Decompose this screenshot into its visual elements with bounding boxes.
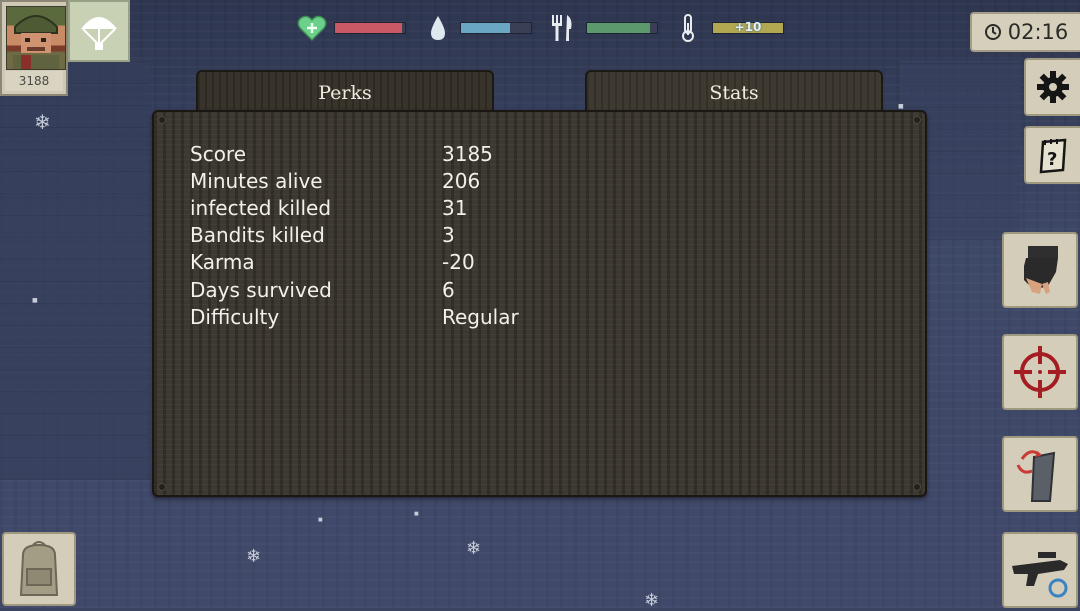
stat-label: Score bbox=[190, 141, 247, 166]
airdrop-button[interactable] bbox=[68, 0, 130, 62]
inventory-button[interactable] bbox=[2, 532, 76, 606]
svg-text:?: ? bbox=[1047, 149, 1057, 170]
snow-dot: ■ bbox=[318, 517, 323, 523]
hand-icon bbox=[1024, 246, 1058, 294]
parachute-icon bbox=[81, 17, 117, 50]
crosshair-icon bbox=[1014, 346, 1066, 398]
snowflake: ❄ bbox=[34, 110, 51, 134]
aim-button[interactable] bbox=[1002, 334, 1078, 410]
stat-row-minutes-alive: Minutes alive 206 bbox=[190, 167, 519, 194]
panel-rivet bbox=[158, 116, 166, 124]
panel-rivet bbox=[158, 483, 166, 491]
background-building bbox=[0, 60, 150, 480]
water-status bbox=[422, 12, 532, 44]
panel-rivet bbox=[913, 116, 921, 124]
gear-icon bbox=[1037, 71, 1069, 103]
stat-value: -20 bbox=[442, 250, 475, 275]
fork-knife-icon bbox=[546, 12, 578, 44]
heart-icon bbox=[296, 12, 328, 44]
clock-time: 02:16 bbox=[1007, 20, 1069, 44]
player-portrait[interactable]: 3188 bbox=[0, 0, 68, 96]
stat-row-difficulty: Difficulty Regular bbox=[190, 303, 519, 330]
stat-label: Bandits killed bbox=[190, 223, 325, 248]
stat-row-bandits-killed: Bandits killed 3 bbox=[190, 222, 519, 249]
stats-list: Score 3185 Minutes alive 206 infected ki… bbox=[190, 140, 519, 330]
stat-row-karma: Karma -20 bbox=[190, 249, 519, 276]
clock-icon bbox=[984, 24, 1001, 40]
reload-button[interactable] bbox=[1002, 436, 1078, 512]
backpack-icon bbox=[19, 541, 59, 596]
health-status bbox=[296, 12, 406, 44]
notebook-icon: ? bbox=[1039, 138, 1067, 174]
stats-panel: Score 3185 Minutes alive 206 infected ki… bbox=[152, 110, 927, 497]
stat-label: infected killed bbox=[190, 195, 332, 220]
player-score-badge: 3188 bbox=[5, 71, 63, 91]
stat-value: 206 bbox=[442, 168, 481, 193]
water-drop-icon bbox=[422, 12, 454, 44]
stat-label: Days survived bbox=[190, 277, 332, 302]
tab-stats-label: Stats bbox=[709, 82, 759, 104]
snowflake: ❄ bbox=[466, 538, 482, 559]
stat-label: Difficulty bbox=[190, 304, 280, 329]
panel-rivet bbox=[913, 483, 921, 491]
thermometer-icon bbox=[672, 12, 704, 44]
temperature-bar: +10 bbox=[712, 20, 784, 34]
snow-dot: ■ bbox=[414, 511, 419, 517]
temperature-status: +10 bbox=[672, 12, 784, 44]
rifle-icon bbox=[1012, 552, 1068, 598]
stat-value: 6 bbox=[442, 277, 455, 302]
stat-label: Minutes alive bbox=[190, 168, 323, 193]
stat-row-infected-killed: infected killed 31 bbox=[190, 194, 519, 221]
game-clock: 02:16 bbox=[970, 12, 1080, 52]
food-bar bbox=[586, 22, 658, 34]
stat-value: 3 bbox=[442, 223, 455, 248]
stat-row-days-survived: Days survived 6 bbox=[190, 276, 519, 303]
temperature-value: +10 bbox=[734, 20, 762, 34]
interact-button[interactable] bbox=[1002, 232, 1078, 308]
food-status bbox=[546, 12, 658, 44]
snowflake: ❄ bbox=[246, 546, 262, 567]
tab-perks-label: Perks bbox=[318, 82, 372, 104]
snow-dot: ■ bbox=[32, 297, 38, 304]
journal-button[interactable]: ? bbox=[1024, 126, 1080, 184]
stat-value: Regular bbox=[442, 304, 519, 329]
settings-button[interactable] bbox=[1024, 58, 1080, 116]
weapon-button[interactable] bbox=[1002, 532, 1078, 608]
stat-label: Karma bbox=[190, 250, 255, 275]
health-bar bbox=[334, 22, 406, 34]
reload-magazine-icon bbox=[1016, 450, 1056, 502]
water-bar bbox=[460, 22, 532, 34]
snowflake: ❄ bbox=[644, 590, 660, 611]
stat-value: 31 bbox=[442, 195, 468, 220]
stat-value: 3185 bbox=[442, 141, 493, 166]
soldier-avatar bbox=[6, 6, 66, 70]
stat-row-score: Score 3185 bbox=[190, 140, 519, 167]
